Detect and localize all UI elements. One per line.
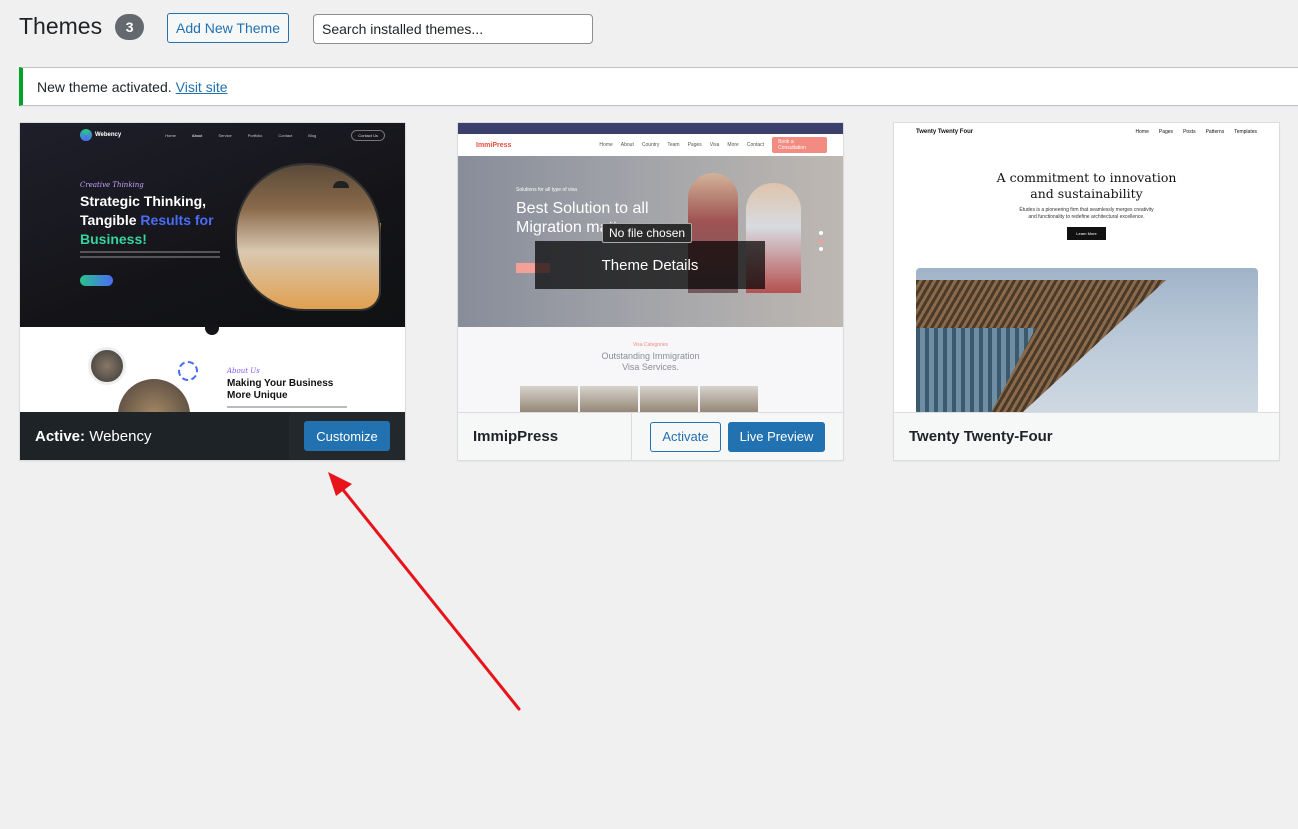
webency-explore-button [80, 275, 113, 286]
webency-nav-item: Service [218, 132, 232, 138]
webency-scroll-notch [205, 321, 219, 335]
webency-about-eyebrow: About Us [227, 367, 260, 375]
tt4-learn-more-button: Learn More [1067, 227, 1106, 240]
add-new-theme-button[interactable]: Add New Theme [167, 13, 289, 43]
tt4-nav-item: Pages [1158, 129, 1174, 135]
theme-name-twenty-twenty-four: Twenty Twenty-Four [909, 428, 1053, 445]
activate-button[interactable]: Activate [650, 421, 721, 452]
webency-nav-item: Home [165, 132, 176, 138]
webency-about-photo-1 [88, 347, 126, 385]
webency-nav-item: Portfolio [247, 132, 263, 138]
theme-name-webency: Active: Webency [35, 427, 152, 445]
live-preview-button[interactable]: Live Preview [728, 421, 825, 452]
tt4-heading: A commitment to innovation and sustainabi… [996, 170, 1177, 201]
tt4-paragraph: Études is a pioneering firm that seamles… [1019, 207, 1154, 220]
webency-lamp [333, 181, 349, 188]
immipress-section-eyebrow: Visa Categories [632, 342, 669, 348]
webency-target-icon [178, 361, 198, 381]
webency-headline: Strategic Thinking, Tangible Results for… [80, 193, 214, 247]
theme-count-badge: 3 [115, 13, 145, 40]
notice-text: New theme activated. [37, 78, 172, 95]
immipress-nav-item: Pages [687, 142, 702, 148]
tt4-brand: Twenty Twenty Four [916, 129, 974, 135]
theme-bar-twenty-twenty-four: Twenty Twenty-Four [894, 412, 1279, 460]
theme-screenshot-immipress[interactable]: ImmiPress Home About Country Team Pages … [458, 123, 843, 412]
webency-nav-item: About [191, 132, 203, 138]
webency-about-section [20, 327, 405, 412]
webency-about-title: Making Your Business More Unique [227, 378, 334, 401]
search-themes-input[interactable] [313, 14, 593, 44]
theme-card-immipress[interactable]: ImmiPress Home About Country Team Pages … [457, 122, 844, 461]
webency-contact-pill: Contact Us [351, 129, 385, 141]
theme-activated-notice: New theme activated. Visit site [19, 67, 1298, 106]
page-title: Themes [19, 13, 103, 39]
webency-hero-text-lines [80, 251, 220, 261]
theme-card-twenty-twenty-four[interactable]: Twenty Twenty Four Home Pages Posts Patt… [893, 122, 1280, 461]
customize-wrap: Customize [289, 412, 405, 460]
theme-bar-webency: Active: Webency Customize [20, 412, 405, 460]
customize-button[interactable]: Customize [304, 421, 390, 451]
immipress-cta: Book a Consultation [772, 137, 827, 153]
page-header: Themes 3 [19, 13, 145, 40]
webency-nav: Webency Home About Service Portfolio Con… [80, 129, 385, 141]
tt4-nav-item: Home [1135, 129, 1149, 135]
immipress-nav-item: Visa [709, 142, 720, 148]
immipress-visa-images [520, 386, 758, 412]
immipress-nav-item: More [727, 142, 739, 148]
immipress-nav: ImmiPress Home About Country Team Pages … [458, 134, 843, 156]
webency-eyebrow: Creative Thinking [80, 181, 144, 189]
visit-site-link[interactable]: Visit site [176, 79, 228, 95]
tt4-nav-item: Templates [1234, 129, 1257, 135]
tt4-nav-item: Posts [1183, 129, 1196, 135]
theme-screenshot-twenty-twenty-four[interactable]: Twenty Twenty Four Home Pages Posts Patt… [894, 123, 1279, 412]
immipress-topbar [458, 123, 843, 134]
immipress-nav-item: Home [599, 142, 613, 148]
file-tooltip: No file chosen [602, 223, 693, 243]
theme-bar-immipress: ImmipPress Activate Live Preview [458, 412, 843, 460]
tt4-nav-item: Patterns [1205, 129, 1225, 135]
tt4-nav: Twenty Twenty Four Home Pages Posts Patt… [916, 129, 1257, 135]
theme-details-button[interactable]: Theme Details [535, 241, 765, 289]
immipress-logo: ImmiPress [476, 141, 512, 149]
immipress-nav-item: Team [667, 142, 680, 148]
webency-logo-icon [80, 129, 92, 141]
immipress-nav-item: Contact [746, 142, 765, 148]
webency-nav-item: Contact [278, 132, 293, 138]
immipress-nav-item: Country [641, 142, 660, 148]
webency-team-photo [235, 163, 381, 311]
webency-logo: Webency [80, 129, 121, 141]
webency-about-line [227, 406, 347, 408]
theme-name-immipress: ImmipPress [458, 412, 632, 460]
immipress-nav-item: About [620, 142, 634, 148]
theme-screenshot-webency[interactable]: Webency Home About Service Portfolio Con… [20, 123, 405, 412]
tt4-building-image [916, 268, 1258, 412]
webency-nav-item: Blog [308, 132, 317, 138]
theme-actions: Activate Live Preview [632, 421, 843, 452]
immipress-section-title: Outstanding Immigration Visa Services. [601, 351, 700, 372]
theme-card-webency[interactable]: Webency Home About Service Portfolio Con… [19, 122, 406, 461]
